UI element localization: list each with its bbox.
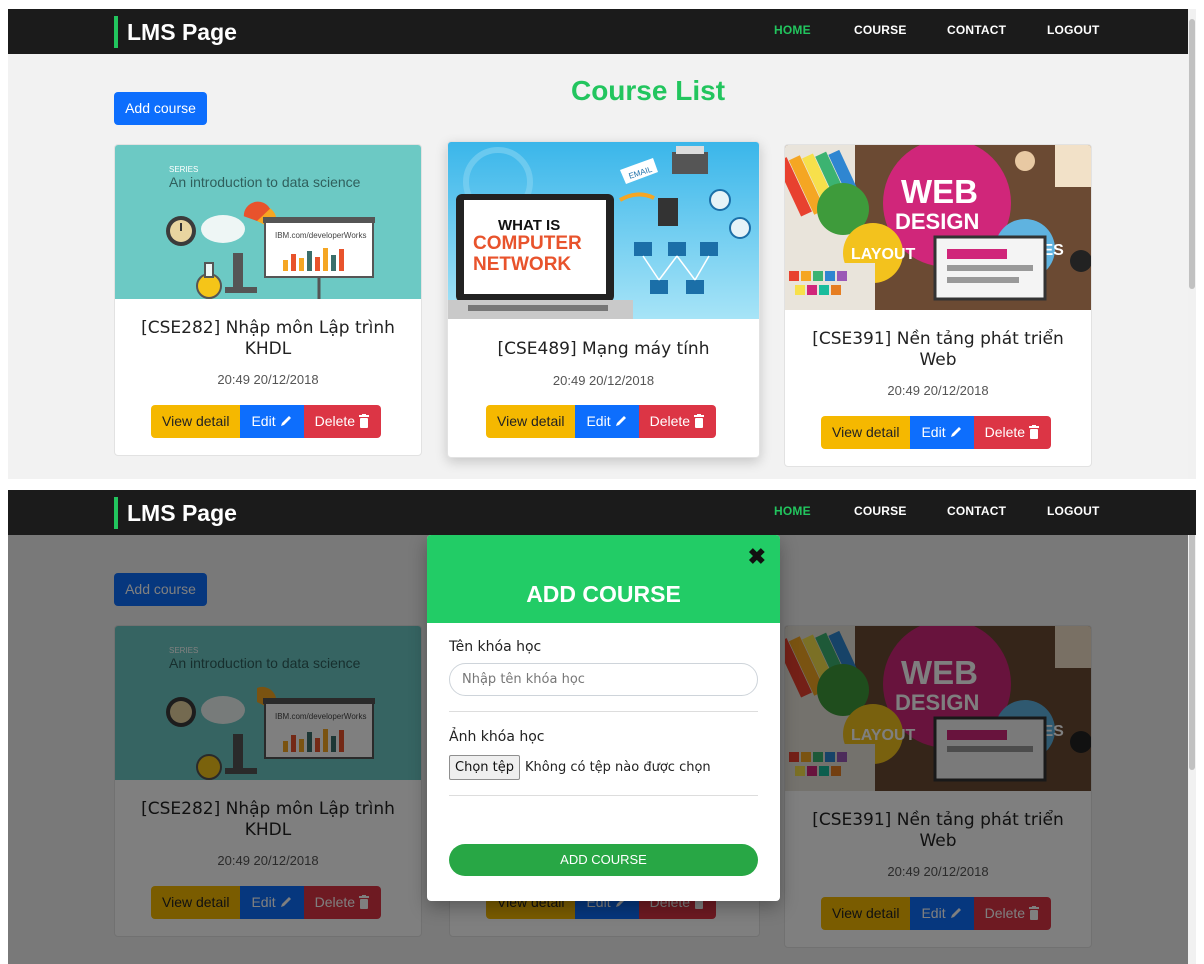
- close-icon[interactable]: ✖: [748, 545, 766, 569]
- nav-home[interactable]: HOME: [774, 23, 811, 37]
- trash-icon: [359, 413, 370, 428]
- nav-logout[interactable]: LOGOUT: [1047, 504, 1100, 518]
- course-date: 20:49 20/12/2018: [217, 372, 319, 387]
- thumbnail-caption-2: DESIGN: [895, 209, 979, 234]
- delete-label: Delete: [984, 424, 1026, 440]
- course-card: WHAT IS COMPUTER NETWORK EMAIL [CSE489] …: [447, 141, 760, 458]
- thumbnail-series-text: SERIES: [169, 165, 198, 174]
- thumbnail-caption-text: An introduction to data science: [169, 174, 361, 190]
- trash-icon: [1029, 424, 1040, 439]
- nav-course[interactable]: COURSE: [854, 23, 907, 37]
- course-list-screen: LMS Page HOME COURSE CONTACT LOGOUT Cour…: [8, 9, 1196, 479]
- course-actions: View detail Edit Delete: [486, 405, 717, 438]
- thumbnail-caption-2: COMPUTER: [473, 233, 582, 254]
- add-course-submit-button[interactable]: ADD COURSE: [449, 844, 758, 876]
- course-name-label: Tên khóa học: [449, 639, 542, 655]
- course-name-input[interactable]: [449, 663, 758, 696]
- pencil-icon: [950, 426, 961, 437]
- edit-button[interactable]: Edit: [575, 405, 639, 438]
- course-actions: View detail Edit Delete: [151, 405, 382, 438]
- navbar: LMS Page HOME COURSE CONTACT LOGOUT: [8, 490, 1196, 535]
- add-course-button[interactable]: Add course: [114, 92, 207, 125]
- course-title: [CSE282] Nhập môn Lập trình KHDL: [141, 318, 395, 359]
- pencil-icon: [280, 415, 291, 426]
- course-title: [CSE489] Mạng máy tính: [497, 339, 710, 359]
- delete-label: Delete: [649, 413, 691, 429]
- nav-logout[interactable]: LOGOUT: [1047, 23, 1100, 37]
- brand-logo[interactable]: LMS Page: [114, 16, 237, 48]
- course-date: 20:49 20/12/2018: [887, 383, 989, 398]
- scrollbar[interactable]: [1188, 490, 1196, 964]
- add-course-modal: ADD COURSE ✖ Tên khóa học Ảnh khóa học C…: [427, 535, 780, 901]
- edit-label: Edit: [586, 413, 611, 429]
- thumbnail-caption-1: WHAT IS: [498, 217, 560, 234]
- scrollbar-thumb[interactable]: [1189, 500, 1195, 770]
- scrollbar[interactable]: [1188, 9, 1196, 479]
- modal-header: ADD COURSE ✖: [427, 535, 780, 623]
- delete-label: Delete: [314, 413, 356, 429]
- pencil-icon: [615, 415, 626, 426]
- delete-button[interactable]: Delete: [638, 405, 717, 438]
- view-detail-button[interactable]: View detail: [486, 405, 576, 438]
- edit-button[interactable]: Edit: [240, 405, 304, 438]
- nav-home[interactable]: HOME: [774, 504, 811, 518]
- trash-icon: [694, 413, 705, 428]
- scrollbar-thumb[interactable]: [1189, 19, 1195, 289]
- choose-file-button[interactable]: Chọn tệp: [449, 755, 520, 780]
- edit-button[interactable]: Edit: [910, 416, 974, 449]
- delete-button[interactable]: Delete: [973, 416, 1052, 449]
- course-card: WEB DESIGN LAYOUT PAGES [CSE39: [784, 144, 1092, 467]
- divider: [449, 795, 758, 796]
- edit-label: Edit: [921, 424, 946, 440]
- course-date: 20:49 20/12/2018: [552, 373, 655, 388]
- course-title: [CSE391] Nền tảng phát triển Web: [812, 329, 1064, 370]
- course-actions: View detail Edit Delete: [821, 416, 1052, 449]
- course-thumbnail: WHAT IS COMPUTER NETWORK EMAIL: [448, 142, 759, 319]
- course-image-label: Ảnh khóa học: [449, 729, 545, 745]
- course-card: SERIES An introduction to data science I…: [114, 144, 422, 456]
- file-status-text: Không có tệp nào được chọn: [525, 760, 711, 775]
- view-detail-button[interactable]: View detail: [821, 416, 911, 449]
- add-course-modal-screen: Add course SERIES An introduction to dat…: [8, 490, 1196, 964]
- delete-button[interactable]: Delete: [303, 405, 382, 438]
- navbar: LMS Page HOME COURSE CONTACT LOGOUT: [8, 9, 1196, 54]
- view-detail-button[interactable]: View detail: [151, 405, 241, 438]
- thumbnail-site-text: IBM.com/developerWorks: [275, 231, 366, 240]
- course-thumbnail: WEB DESIGN LAYOUT PAGES: [785, 145, 1091, 310]
- course-thumbnail: SERIES An introduction to data science I…: [115, 145, 421, 299]
- divider: [449, 711, 758, 712]
- nav-contact[interactable]: CONTACT: [947, 23, 1006, 37]
- modal-title: ADD COURSE: [526, 581, 681, 607]
- brand-logo[interactable]: LMS Page: [114, 497, 237, 529]
- nav-contact[interactable]: CONTACT: [947, 504, 1006, 518]
- thumbnail-caption-1: WEB: [901, 173, 978, 210]
- thumbnail-layout-tag: LAYOUT: [851, 246, 916, 263]
- thumbnail-caption-3: NETWORK: [473, 254, 571, 275]
- edit-label: Edit: [251, 413, 276, 429]
- nav-course[interactable]: COURSE: [854, 504, 907, 518]
